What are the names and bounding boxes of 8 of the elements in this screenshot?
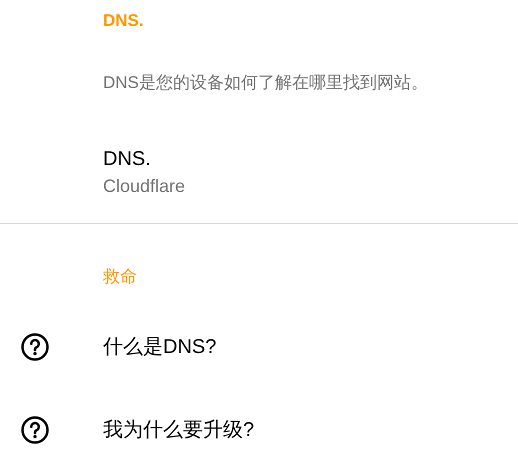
help-item[interactable]: 我为什么要升级?: [103, 415, 254, 445]
help-icon: [20, 415, 50, 445]
help-icon: [20, 332, 50, 362]
help-item[interactable]: 什么是DNS?: [103, 332, 216, 362]
section-header: 救命: [102, 266, 138, 288]
setting-item[interactable]: DNS. Cloudflare: [0, 135, 518, 209]
description-text: DNS是您的设备如何了解在哪里找到网站。: [102, 72, 429, 94]
section-header: DNS.: [102, 10, 145, 32]
